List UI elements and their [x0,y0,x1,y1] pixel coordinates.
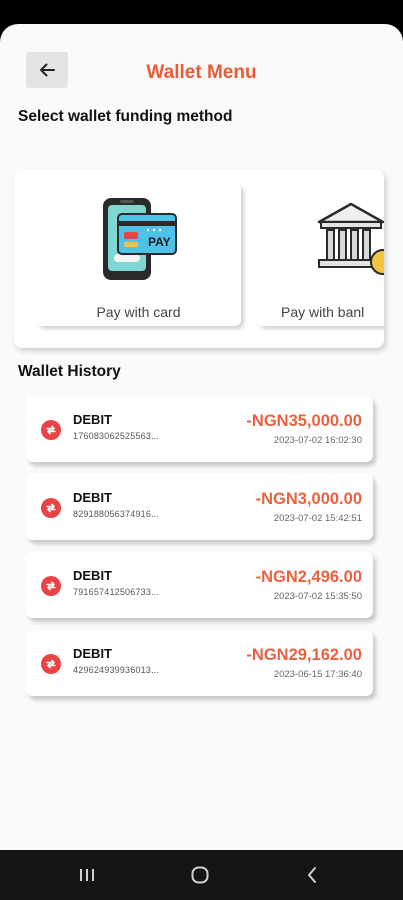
transfer-icon [41,420,61,440]
transaction-reference: 829188056374916... [73,509,160,519]
transaction-date: 2023-07-02 15:42:51 [273,513,362,524]
app-screen: Wallet Menu Select wallet funding method… [0,24,403,850]
card-payment-icon: PAY [103,198,177,280]
recent-apps-icon [80,869,94,881]
history-section-title: Wallet History [18,363,121,380]
funding-methods-carousel[interactable]: PAY Pay with card Pay with banl [14,170,384,348]
svg-text:PAY: PAY [148,235,171,249]
transaction-reference: 176083062525563... [73,431,160,441]
transaction-type: DEBIT [73,646,112,661]
system-back-button[interactable] [292,862,332,888]
home-button[interactable] [180,862,220,888]
transaction-date: 2023-06-15 17:36:40 [273,669,362,680]
transaction-type: DEBIT [73,490,112,505]
transfer-icon [41,654,61,674]
pay-with-bank-label: Pay with banl [281,304,365,320]
transfer-icon [41,498,61,518]
transaction-reference: 791657412506733... [73,587,160,597]
transaction-reference: 429624939936013... [73,665,160,675]
transaction-amount: -NGN35,000.00 [246,412,362,430]
transaction-item[interactable]: DEBIT 176083062525563... -NGN35,000.00 2… [26,396,373,462]
recent-apps-button[interactable] [67,862,107,888]
transaction-amount: -NGN2,496.00 [255,568,362,586]
pay-with-bank-option[interactable]: Pay with banl [257,184,384,326]
transaction-item[interactable]: DEBIT 429624939936013... -NGN29,162.00 2… [26,630,373,696]
page-title: Wallet Menu [146,62,257,83]
transaction-amount: -NGN29,162.00 [246,646,362,664]
transaction-amount: -NGN3,000.00 [255,490,362,508]
home-icon [191,866,209,884]
system-navigation-bar [0,850,403,900]
chevron-left-icon [308,867,316,883]
transaction-item[interactable]: DEBIT 791657412506733... -NGN2,496.00 20… [26,552,373,618]
funding-section-title: Select wallet funding method [18,108,233,125]
pay-with-card-label: Pay with card [96,304,181,320]
header: Wallet Menu [0,24,403,104]
transaction-date: 2023-07-02 16:02:30 [273,435,362,446]
bank-icon [317,202,384,275]
transaction-type: DEBIT [73,412,112,427]
transaction-item[interactable]: DEBIT 829188056374916... -NGN3,000.00 20… [26,474,373,540]
pay-with-card-option[interactable]: PAY Pay with card [36,184,241,326]
transfer-icon [41,576,61,596]
status-bar [0,0,403,24]
transaction-date: 2023-07-02 15:35:50 [273,591,362,602]
transaction-type: DEBIT [73,568,112,583]
